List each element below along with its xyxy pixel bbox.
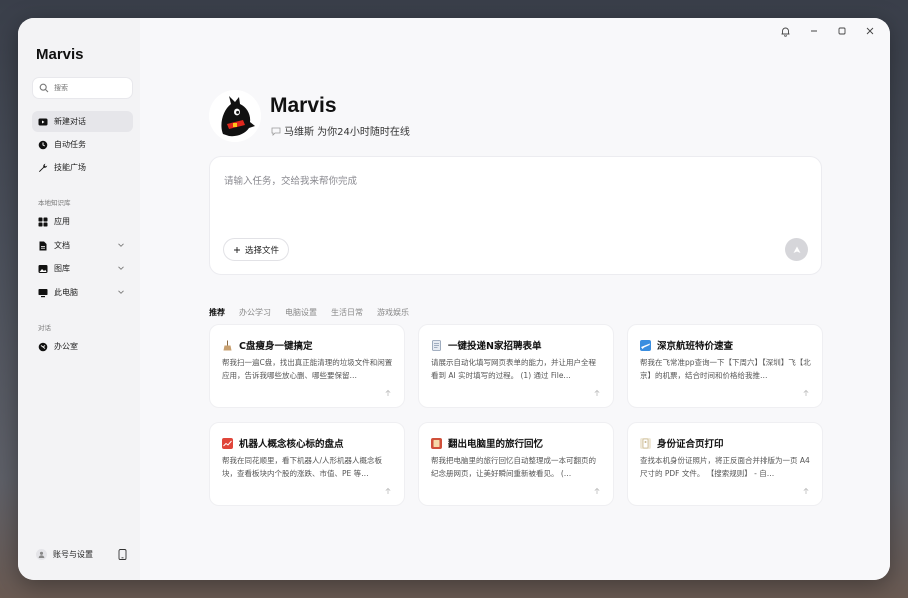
card-title: 身份证合页打印 — [640, 436, 724, 450]
card-title-text: C盘瘦身一键搞定 — [239, 341, 313, 352]
card-description: 帮我扫一遍C盘，找出真正能清理的垃圾文件和闲置应用，告诉我哪些放心删、哪些要保留… — [222, 358, 393, 380]
card-title: 一键投递N家招聘表单 — [431, 338, 541, 352]
select-file-button[interactable]: 选择文件 — [223, 238, 290, 261]
chevron-down-icon[interactable] — [117, 288, 125, 296]
chat-icon — [38, 342, 48, 352]
search-box[interactable] — [32, 77, 133, 99]
sidebar-item-label: 办公室 — [54, 342, 78, 351]
sidebar-item-auto-task[interactable]: 自动任务 — [32, 134, 133, 155]
category-tabs: 推荐 办公学习 电脑设置 生活日常 游戏娱乐 — [209, 307, 409, 318]
document-icon — [38, 241, 48, 251]
chevron-down-icon[interactable] — [117, 241, 125, 249]
sidebar-item-label: 新建对话 — [54, 117, 86, 126]
id-card-icon — [640, 437, 651, 449]
task-card[interactable]: C盘瘦身一键搞定 帮我扫一遍C盘，找出真正能清理的垃圾文件和闲置应用，告诉我哪些… — [209, 324, 405, 408]
grid-icon — [38, 217, 48, 227]
image-icon — [38, 264, 48, 274]
card-title: C盘瘦身一键搞定 — [222, 338, 312, 352]
arrow-up-icon — [803, 487, 809, 494]
tab-recommended[interactable]: 推荐 — [209, 307, 225, 318]
card-description: 请展示自动化填写网页表单的能力，并让用户全程看到 AI 实时填写的过程。 (1)… — [431, 358, 596, 380]
sidebar-item-office[interactable]: 办公室 — [32, 336, 133, 357]
card-title-text: 一键投递N家招聘表单 — [448, 341, 542, 352]
broom-icon — [222, 340, 233, 351]
task-card[interactable]: 机器人概念核心标的盘点 帮我在同花顺里，看下机器人/人形机器人概念板块，查看板块… — [209, 422, 405, 506]
search-input[interactable] — [54, 84, 124, 92]
close-icon[interactable] — [864, 25, 876, 37]
app-window: Marvis 新建对话 自动任务 技能广场 本地知识库 应用 文档 — [18, 18, 890, 580]
maximize-icon[interactable] — [836, 25, 848, 37]
sidebar-item-skills[interactable]: 技能广场 — [32, 157, 133, 178]
form-icon — [431, 339, 442, 351]
sidebar-item-documents[interactable]: 文档 — [32, 235, 133, 256]
card-description: 帮我在同花顺里，看下机器人/人形机器人概念板块，查看板块内个股的涨跌、市值、PE… — [222, 456, 383, 478]
task-card[interactable]: 一键投递N家招聘表单 请展示自动化填写网页表单的能力，并让用户全程看到 AI 实… — [418, 324, 614, 408]
mobile-icon[interactable] — [118, 549, 127, 560]
card-description: 查找本机身份证照片，将正反面合并排版为一页 A4 尺寸的 PDF 文件。 【搜索… — [640, 456, 810, 478]
arrow-up-icon — [385, 389, 391, 396]
select-file-label: 选择文件 — [245, 245, 280, 256]
task-card[interactable]: 深京航班特价速查 帮我在飞常准pp查询一下【下周六】【深圳】飞【北京】的机票，结… — [627, 324, 823, 408]
card-title: 深京航班特价速查 — [640, 338, 733, 352]
card-title: 机器人概念核心标的盘点 — [222, 436, 344, 450]
tab-pc-settings[interactable]: 电脑设置 — [285, 307, 317, 318]
sidebar-item-label: 技能广场 — [54, 163, 86, 172]
sidebar-item-new-chat[interactable]: 新建对话 — [32, 111, 133, 132]
speech-bubble-icon — [271, 127, 281, 136]
send-icon — [793, 246, 800, 253]
sidebar: Marvis 新建对话 自动任务 技能广场 本地知识库 应用 文档 — [18, 18, 140, 580]
page-title: Marvis — [270, 94, 337, 117]
monitor-icon — [38, 288, 48, 298]
sidebar-item-label: 文档 — [54, 241, 70, 250]
search-icon — [39, 83, 49, 93]
plus-icon — [234, 246, 240, 253]
tab-office-study[interactable]: 办公学习 — [239, 307, 271, 318]
sidebar-item-label: 应用 — [54, 217, 70, 226]
account-label: 账号与设置 — [53, 549, 93, 559]
minimize-icon[interactable] — [808, 25, 820, 37]
card-title: 翻出电脑里的旅行回忆 — [431, 436, 543, 450]
card-description: 帮我在飞常准pp查询一下【下周六】【深圳】飞【北京】的机票，结合时间和价格给我推… — [640, 358, 811, 380]
sidebar-item-label: 图库 — [54, 264, 70, 273]
arrow-up-icon — [594, 389, 600, 396]
flight-icon — [640, 339, 651, 351]
card-title-text: 身份证合页打印 — [657, 439, 724, 450]
card-title-text: 机器人概念核心标的盘点 — [239, 439, 344, 450]
card-title-text: 深京航班特价速查 — [657, 341, 734, 352]
sidebar-item-label: 此电脑 — [54, 288, 78, 297]
chart-icon — [222, 437, 233, 449]
arrow-up-icon — [803, 389, 809, 396]
task-card[interactable]: 翻出电脑里的旅行回忆 帮我把电脑里的旅行回忆自动整理成一本可翻页的纪念册网页，让… — [418, 422, 614, 506]
wrench-icon — [38, 163, 48, 173]
task-input[interactable]: 请输入任务，交给我来帮你完成 — [224, 173, 357, 187]
card-description: 帮我把电脑里的旅行回忆自动整理成一本可翻页的纪念册网页，让美好瞬间重新被看见。 … — [431, 456, 596, 478]
new-chat-icon — [38, 117, 48, 127]
marvis-logo — [209, 90, 261, 142]
section-label-chats: 对话 — [38, 324, 51, 332]
main-panel: Marvis 马维斯 为你24小时随时在线 请输入任务，交给我来帮你完成 选择文… — [140, 18, 890, 580]
sidebar-item-gallery[interactable]: 图库 — [32, 258, 133, 279]
sidebar-item-this-pc[interactable]: 此电脑 — [32, 282, 133, 303]
avatar — [36, 548, 47, 560]
auto-task-icon — [38, 140, 48, 150]
album-icon — [431, 437, 442, 449]
app-brand: Marvis — [36, 46, 84, 63]
sidebar-item-apps[interactable]: 应用 — [32, 211, 133, 232]
task-card[interactable]: 身份证合页打印 查找本机身份证照片，将正反面合并排版为一页 A4 尺寸的 PDF… — [627, 422, 823, 506]
task-composer[interactable]: 请输入任务，交给我来帮你完成 选择文件 — [209, 156, 822, 275]
chevron-down-icon[interactable] — [117, 264, 125, 272]
arrow-up-icon — [594, 487, 600, 494]
section-label-knowledge: 本地知识库 — [38, 199, 71, 207]
tab-daily-life[interactable]: 生活日常 — [331, 307, 363, 318]
sidebar-item-label: 自动任务 — [54, 140, 86, 149]
bell-icon[interactable] — [779, 25, 791, 37]
arrow-up-icon — [385, 487, 391, 494]
page-subtitle: 马维斯 为你24小时随时在线 — [271, 123, 410, 138]
subtitle-text: 马维斯 为你24小时随时在线 — [284, 127, 410, 138]
tab-games[interactable]: 游戏娱乐 — [377, 307, 409, 318]
send-button[interactable] — [785, 238, 808, 261]
card-title-text: 翻出电脑里的旅行回忆 — [448, 439, 544, 450]
